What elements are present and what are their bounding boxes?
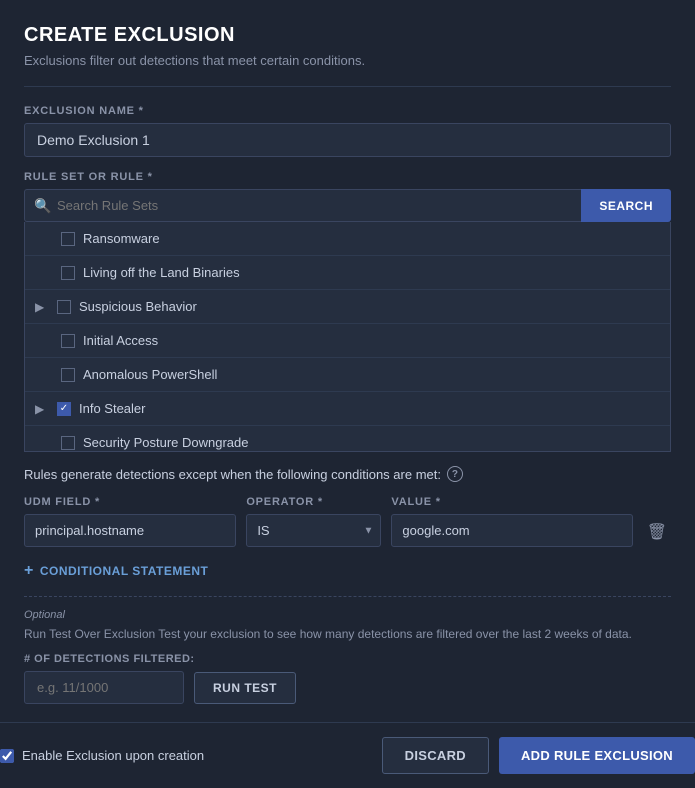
run-test-section: Optional Run Test Over Exclusion Test yo… — [24, 609, 671, 704]
security-posture-checkbox[interactable] — [61, 436, 75, 450]
detections-input[interactable] — [24, 671, 184, 704]
operator-field-group: OPERATOR * IS IS NOT CONTAINS STARTS WIT… — [246, 496, 381, 547]
ransomware-label: Ransomware — [83, 231, 160, 246]
living-land-label: Living off the Land Binaries — [83, 265, 240, 280]
living-land-checkbox[interactable] — [61, 266, 75, 280]
exclusion-name-input[interactable] — [24, 123, 671, 157]
search-input-wrap: 🔍 — [24, 189, 581, 222]
operator-label: OPERATOR * — [246, 496, 381, 508]
suspicious-behavior-checkbox[interactable] — [57, 300, 71, 314]
initial-access-checkbox[interactable] — [61, 334, 75, 348]
ransomware-checkbox[interactable] — [61, 232, 75, 246]
value-field-input[interactable] — [391, 514, 632, 547]
rule-set-label: RULE SET OR RULE * — [24, 171, 671, 183]
conditions-text: Rules generate detections except when th… — [24, 466, 671, 482]
chevron-right-icon: ▶ — [35, 300, 49, 314]
udm-field-group: UDM FIELD * — [24, 496, 236, 547]
footer-buttons: DISCARD ADD RULE EXCLUSION — [382, 737, 695, 774]
run-row: RUN TEST — [24, 671, 671, 704]
security-posture-label: Security Posture Downgrade — [83, 435, 248, 450]
udm-field-input[interactable] — [24, 514, 236, 547]
list-item[interactable]: ▶ Ransomware — [25, 222, 670, 256]
enable-row: Enable Exclusion upon creation — [0, 748, 204, 763]
detections-label: # OF DETECTIONS FILTERED: — [24, 653, 671, 665]
initial-access-label: Initial Access — [83, 333, 158, 348]
list-item[interactable]: ▶ Living off the Land Binaries — [25, 256, 670, 290]
info-stealer-label: Info Stealer — [79, 401, 146, 416]
anomalous-ps-checkbox[interactable] — [61, 368, 75, 382]
info-stealer-checkbox[interactable] — [57, 402, 71, 416]
list-item[interactable]: ▶ Anomalous PowerShell — [25, 358, 670, 392]
exclusion-name-label: EXCLUSION NAME * — [24, 105, 671, 117]
dashed-divider — [24, 596, 671, 597]
conditions-fields-row: UDM FIELD * OPERATOR * IS IS NOT CONTAIN… — [24, 496, 671, 550]
plus-icon: + — [24, 562, 34, 580]
enable-label: Enable Exclusion upon creation — [22, 748, 204, 763]
operator-select-wrap: IS IS NOT CONTAINS STARTS WITH ▼ — [246, 514, 381, 547]
run-test-description: Run Test Over Exclusion Test your exclus… — [24, 625, 671, 643]
suspicious-behavior-label: Suspicious Behavior — [79, 299, 197, 314]
list-item[interactable]: ▶ Info Stealer — [25, 392, 670, 426]
run-test-button[interactable]: RUN TEST — [194, 672, 296, 704]
anomalous-ps-label: Anomalous PowerShell — [83, 367, 217, 382]
chevron-right-icon: ▶ — [35, 402, 49, 416]
value-field-group: VALUE * — [391, 496, 632, 547]
rule-set-search-input[interactable] — [24, 189, 581, 222]
footer: Enable Exclusion upon creation DISCARD A… — [0, 722, 695, 788]
list-item[interactable]: ▶ Suspicious Behavior — [25, 290, 670, 324]
add-rule-exclusion-button[interactable]: ADD RULE EXCLUSION — [499, 737, 695, 774]
operator-select[interactable]: IS IS NOT CONTAINS STARTS WITH — [246, 514, 381, 547]
list-item[interactable]: ▶ Initial Access — [25, 324, 670, 358]
search-button[interactable]: SEARCH — [581, 189, 671, 222]
value-label: VALUE * — [391, 496, 632, 508]
list-item[interactable]: ▶ Security Posture Downgrade — [25, 426, 670, 452]
enable-exclusion-checkbox[interactable] — [0, 749, 14, 763]
rule-list: ▶ Ransomware ▶ Living off the Land Binar… — [24, 222, 671, 452]
search-icon: 🔍 — [34, 197, 51, 214]
rule-set-section: RULE SET OR RULE * 🔍 SEARCH ▶ Ransomware… — [24, 171, 671, 452]
help-icon[interactable]: ? — [447, 466, 463, 482]
delete-condition-button[interactable]: 🗑 — [643, 514, 671, 550]
page-title: CREATE EXCLUSION — [24, 24, 671, 47]
udm-label: UDM FIELD * — [24, 496, 236, 508]
add-conditional-button[interactable]: + CONDITIONAL STATEMENT — [24, 562, 671, 580]
divider-top — [24, 86, 671, 87]
discard-button[interactable]: DISCARD — [382, 737, 489, 774]
search-row: 🔍 SEARCH — [24, 189, 671, 222]
exclusion-name-section: EXCLUSION NAME * — [24, 105, 671, 171]
conditions-description: Rules generate detections except when th… — [24, 467, 441, 482]
page-subtitle: Exclusions filter out detections that me… — [24, 53, 671, 68]
conditions-section: Rules generate detections except when th… — [24, 466, 671, 580]
optional-label: Optional — [24, 609, 671, 621]
add-conditional-label: CONDITIONAL STATEMENT — [40, 564, 209, 578]
